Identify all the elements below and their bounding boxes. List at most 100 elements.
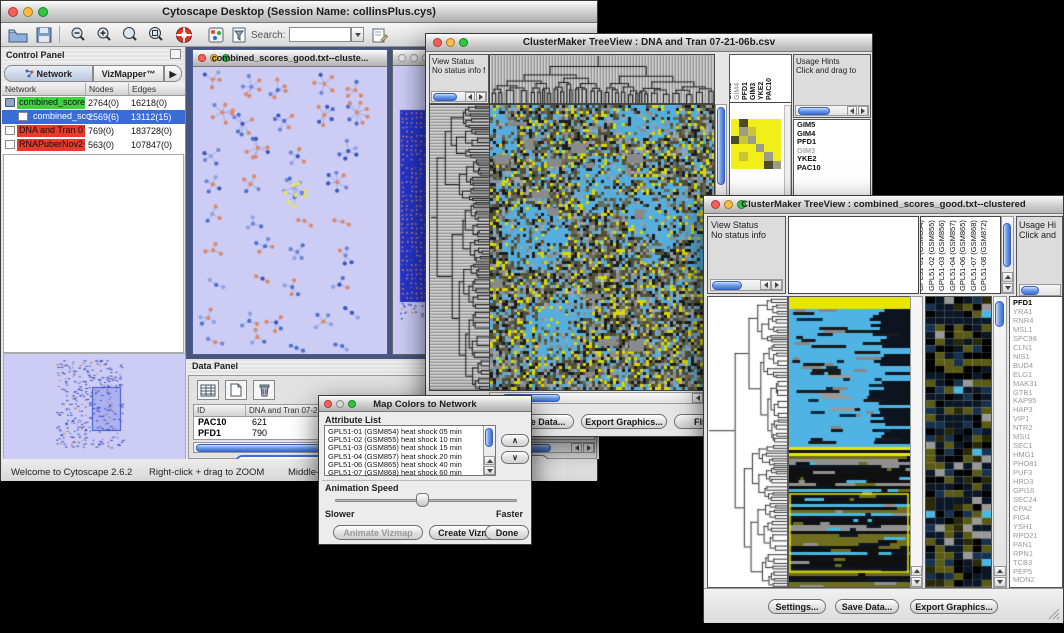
attribute-list-item[interactable]: GPL51-07 (GSM868) heat shock 60 min xyxy=(328,468,462,477)
matrix-cell[interactable] xyxy=(731,127,739,135)
annotation-button[interactable] xyxy=(369,25,391,45)
network-view[interactable] xyxy=(193,67,387,354)
vizmap-button[interactable] xyxy=(205,25,227,45)
main-titlebar[interactable]: Cytoscape Desktop (Session Name: collins… xyxy=(1,1,597,23)
tv1-export-graphics-button[interactable]: Export Graphics... xyxy=(581,414,667,429)
scrollbar-thumb[interactable] xyxy=(1021,286,1039,295)
close-button[interactable] xyxy=(398,54,406,62)
zoom-in-button[interactable] xyxy=(93,25,115,45)
scroll-right-button[interactable] xyxy=(771,280,782,290)
treeview1-titlebar[interactable]: ClusterMaker TreeView : DNA and Tran 07-… xyxy=(426,34,872,52)
save-session-button[interactable] xyxy=(33,25,55,45)
matrix-cell[interactable] xyxy=(773,161,781,169)
matrix-cell[interactable] xyxy=(748,144,756,152)
matrix-cell[interactable] xyxy=(731,119,739,127)
tv1-zoom-matrix[interactable] xyxy=(731,119,781,169)
matrix-cell[interactable] xyxy=(731,152,739,160)
matrix-cell[interactable] xyxy=(731,161,739,169)
col-header-nodes[interactable]: Nodes xyxy=(86,83,129,96)
scroll-left-button[interactable] xyxy=(847,106,857,116)
tv2-collabel-vscrollbar[interactable] xyxy=(1001,216,1014,294)
attr-col-id[interactable]: ID xyxy=(194,405,246,417)
scroll-down-button[interactable] xyxy=(911,577,922,587)
open-session-button[interactable] xyxy=(7,25,29,45)
matrix-cell[interactable] xyxy=(731,136,739,144)
matrix-cell[interactable] xyxy=(773,136,781,144)
tab-vizmapper[interactable]: VizMapper™ xyxy=(93,65,164,82)
filter-button[interactable] xyxy=(229,25,251,45)
scroll-down-button[interactable] xyxy=(994,577,1006,587)
scroll-up-button[interactable] xyxy=(484,456,495,465)
tv2-save-data-button[interactable]: Save Data... xyxy=(835,599,899,614)
tv2-global-vscrollbar[interactable] xyxy=(910,296,923,588)
scrollbar-thumb[interactable] xyxy=(717,107,725,185)
matrix-cell[interactable] xyxy=(731,144,739,152)
matrix-cell[interactable] xyxy=(773,127,781,135)
birds-eye-overview[interactable] xyxy=(3,353,186,461)
matrix-cell[interactable] xyxy=(764,152,772,160)
matrix-cell[interactable] xyxy=(739,119,747,127)
tv2-settings-button[interactable]: Settings... xyxy=(768,599,826,614)
minimize-button[interactable] xyxy=(410,54,418,62)
matrix-cell[interactable] xyxy=(748,119,756,127)
scroll-left-button[interactable] xyxy=(571,443,582,453)
matrix-cell[interactable] xyxy=(764,136,772,144)
tv2-zoom-vscrollbar[interactable] xyxy=(993,296,1007,588)
matrix-cell[interactable] xyxy=(773,152,781,160)
matrix-cell[interactable] xyxy=(748,152,756,160)
network-window-a-titlebar[interactable]: combined_scores_good.txt--cluste... xyxy=(193,50,387,67)
scroll-right-button[interactable] xyxy=(583,443,594,453)
speed-slider-thumb[interactable] xyxy=(416,493,429,507)
tv2-status-scrollbar[interactable] xyxy=(710,279,783,291)
scrollbar-thumb[interactable] xyxy=(1003,223,1011,267)
tv1-row-dendrogram[interactable] xyxy=(429,104,490,391)
matrix-cell[interactable] xyxy=(739,152,747,160)
matrix-cell[interactable] xyxy=(739,161,747,169)
scroll-left-button[interactable] xyxy=(692,393,703,403)
matrix-cell[interactable] xyxy=(764,161,772,169)
matrix-cell[interactable] xyxy=(739,136,747,144)
matrix-cell[interactable] xyxy=(756,136,764,144)
matrix-cell[interactable] xyxy=(756,144,764,152)
tv2-export-graphics-button[interactable]: Export Graphics... xyxy=(910,599,998,614)
move-up-button[interactable]: ∧ xyxy=(501,434,529,447)
tv2-global-heatmap[interactable] xyxy=(788,296,911,588)
network-table-row[interactable]: combined_scores2764(0)16218(0) xyxy=(2,96,185,110)
zoom-actual-button[interactable] xyxy=(119,25,141,45)
animate-vizmap-button[interactable]: Animate Vizmap xyxy=(333,525,423,540)
scroll-up-button[interactable] xyxy=(994,566,1006,576)
search-input[interactable] xyxy=(289,27,351,42)
attribute-list-vscrollbar[interactable] xyxy=(483,426,495,475)
move-down-button[interactable]: ∨ xyxy=(501,451,529,464)
tv2-zoom-heatmap[interactable] xyxy=(925,296,992,588)
attribute-list[interactable]: GPL51-01 (GSM854) heat shock 05 minGPL51… xyxy=(324,425,496,476)
matrix-cell[interactable] xyxy=(739,127,747,135)
matrix-cell[interactable] xyxy=(756,161,764,169)
tv2-row-dendrogram[interactable] xyxy=(707,296,788,588)
col-header-edges[interactable]: Edges xyxy=(129,83,185,96)
matrix-cell[interactable] xyxy=(748,136,756,144)
matrix-cell[interactable] xyxy=(748,161,756,169)
tv2-usage-scrollbar[interactable] xyxy=(1019,284,1061,296)
scroll-up-button[interactable] xyxy=(911,566,922,576)
attribute-select-button[interactable] xyxy=(197,380,219,400)
tv2-column-tree-area[interactable] xyxy=(788,216,919,294)
scroll-down-button[interactable] xyxy=(1002,283,1013,293)
tv1-column-dendrogram[interactable] xyxy=(489,54,715,104)
float-panel-icon[interactable] xyxy=(170,49,181,59)
scrollbar-thumb[interactable] xyxy=(995,301,1004,327)
network-table-row[interactable]: RNAPuberNov2+563(0)107847(0) xyxy=(2,138,185,152)
resize-grip-icon[interactable] xyxy=(1047,607,1061,621)
network-table-row[interactable]: combined_sco2569(6)13112(15) xyxy=(2,110,185,124)
scrollbar-thumb[interactable] xyxy=(712,281,742,290)
matrix-cell[interactable] xyxy=(764,144,772,152)
scroll-right-button[interactable] xyxy=(476,92,486,102)
tv1-usage-scrollbar[interactable] xyxy=(795,105,869,116)
matrix-cell[interactable] xyxy=(756,119,764,127)
col-header-network[interactable]: Network xyxy=(2,83,86,96)
search-dropdown-button[interactable] xyxy=(351,27,364,42)
scroll-up-button[interactable] xyxy=(1002,272,1013,282)
matrix-cell[interactable] xyxy=(773,144,781,152)
delete-attribute-button[interactable] xyxy=(253,380,275,400)
scroll-right-button[interactable] xyxy=(858,106,868,116)
